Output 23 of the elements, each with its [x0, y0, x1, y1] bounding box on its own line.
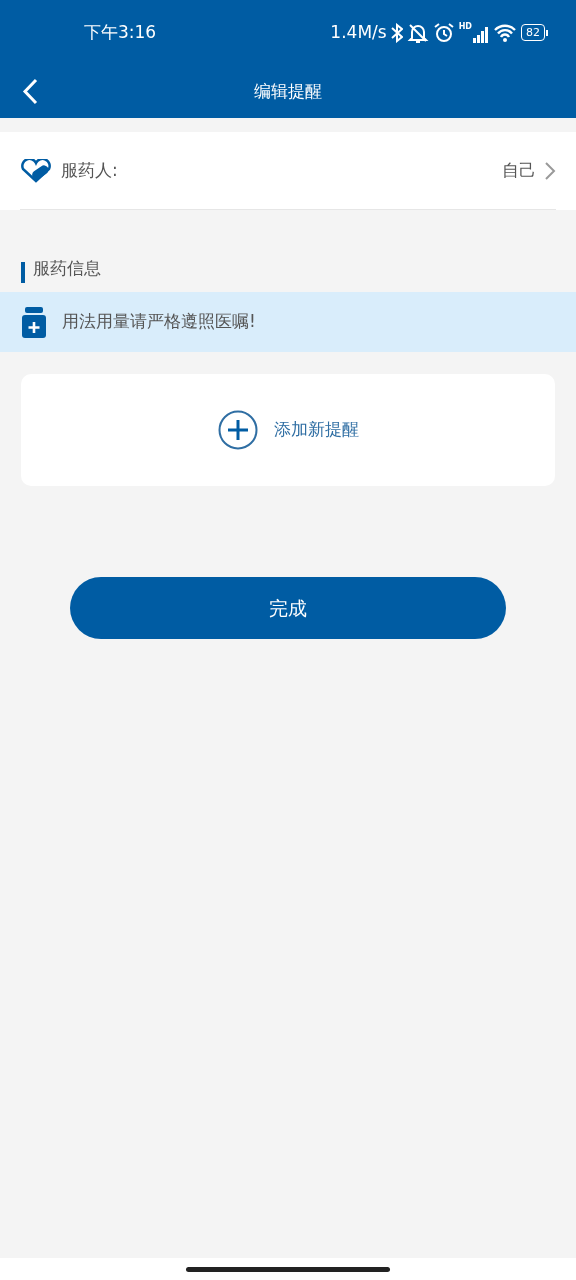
signal-label: HD	[458, 22, 472, 31]
add-icon	[217, 410, 258, 450]
taker-value: 自己	[502, 158, 536, 182]
notice-text: 用法用量请严格遵照医嘱!	[62, 310, 256, 334]
battery-level: 82	[526, 27, 540, 39]
add-reminder-label: 添加新提醒	[273, 418, 359, 442]
wifi-icon	[493, 22, 517, 43]
status-time: 下午3:16	[84, 21, 157, 44]
bluetooth-icon	[390, 22, 403, 43]
page-title: 编辑提醒	[254, 79, 322, 103]
section-marker	[21, 261, 25, 283]
section-title: 服药信息	[33, 256, 101, 280]
add-reminder-card[interactable]: 添加新提醒	[21, 374, 555, 486]
taker-label: 服药人:	[61, 158, 118, 182]
medicine-bottle-icon	[22, 306, 46, 338]
home-indicator[interactable]	[186, 1266, 390, 1272]
chevron-right-icon	[544, 160, 556, 181]
alarm-clock-icon	[432, 21, 455, 44]
done-button[interactable]: 完成	[70, 577, 506, 639]
back-icon[interactable]	[22, 78, 38, 105]
heart-pill-icon	[20, 158, 53, 183]
muted-bell-icon	[406, 21, 429, 44]
network-speed: 1.4M/s	[330, 21, 387, 44]
